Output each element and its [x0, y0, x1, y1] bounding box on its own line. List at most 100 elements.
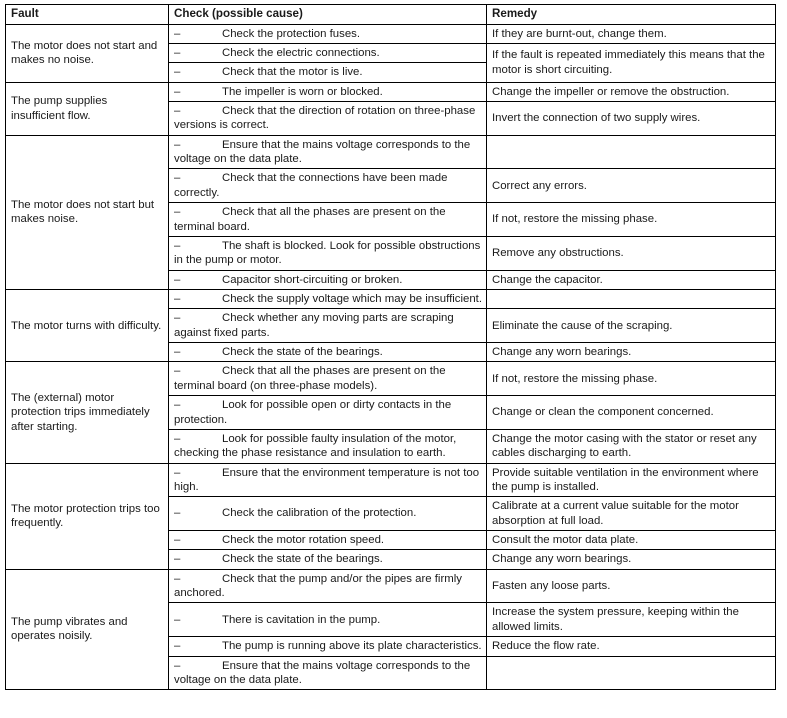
check-text: The impeller is worn or blocked. — [222, 85, 383, 98]
check-text: Check the supply voltage which may be in… — [222, 292, 483, 305]
remedy-cell: Change the impeller or remove the obstru… — [486, 81, 776, 103]
check-cell: – Check that all the phases are present o… — [168, 202, 487, 237]
bullet-dash-icon: – — [174, 466, 181, 479]
table-row: The pump supplies insufficient flow. – The… — [5, 81, 776, 136]
remedy-cell: Change the capacitor. — [486, 269, 776, 290]
check-cell: – Check that the pump and/or the pipes ar… — [168, 568, 487, 604]
check-cell: – Ensure that the mains voltage correspon… — [168, 655, 487, 691]
table-row: The (external) motor protection trips im… — [5, 361, 776, 464]
fault-cell: The motor protection trips too frequentl… — [5, 462, 169, 570]
check-text: Check the calibration of the protection. — [222, 507, 417, 520]
bullet-dash-icon: – — [174, 572, 181, 585]
remedy-cell: Change or clean the component concerned. — [486, 395, 776, 430]
table-body: The motor does not start and makes no no… — [5, 23, 776, 691]
bullet-dash-icon: – — [174, 534, 181, 547]
column-header-remedy: Remedy — [486, 4, 776, 25]
bullet-dash-icon: – — [174, 640, 181, 653]
remedy-cell: Eliminate the cause of the scraping. — [486, 308, 776, 344]
check-cell: – Check that the motor is live. — [168, 62, 487, 83]
bullet-dash-icon: – — [174, 206, 181, 219]
table-row: The motor does not start but makes noise… — [5, 134, 776, 290]
remedy-cell: If not, restore the missing phase. — [486, 361, 776, 397]
bullet-dash-icon: – — [174, 46, 181, 59]
remedy-cell: Fasten any loose parts. — [486, 568, 776, 604]
check-cell: – Check that the direction of rotation on… — [168, 101, 487, 136]
remedy-cell: Invert the connection of two supply wire… — [486, 101, 776, 136]
remedy-cell — [486, 134, 776, 170]
remedy-cell: Increase the system pressure, keeping wi… — [486, 602, 776, 638]
check-text: Check the protection fuses. — [222, 27, 361, 40]
remedy-cell: Remove any obstructions. — [486, 235, 776, 271]
check-cell: – Check the calibration of the protection… — [168, 496, 487, 532]
remedy-cell: Change any worn bearings. — [486, 342, 776, 363]
remedy-cell — [486, 655, 776, 691]
check-text: The pump is running above its plate char… — [222, 640, 482, 653]
bullet-dash-icon: – — [174, 507, 181, 520]
check-cell: – Check the electric connections. — [168, 42, 487, 64]
bullet-dash-icon: – — [174, 273, 181, 286]
table-row: The motor does not start and makes no no… — [5, 23, 776, 83]
bullet-dash-icon: – — [174, 553, 181, 566]
column-header-fault: Fault — [5, 4, 169, 25]
remedy-cell: Provide suitable ventilation in the envi… — [486, 462, 776, 498]
check-text: Check the state of the bearings. — [222, 346, 383, 359]
troubleshooting-table: Fault Check (possible cause) Remedy The … — [5, 4, 776, 691]
table-row: The pump vibrates and operates noisily. –… — [5, 568, 776, 691]
remedy-cell: If they are burnt-out, change them. — [486, 23, 776, 44]
table-row: The motor turns with difficulty. – Check t… — [5, 288, 776, 363]
check-cell: – Ensure that the mains voltage correspon… — [168, 134, 487, 170]
check-cell: – Check the state of the bearings. — [168, 342, 487, 363]
remedy-cell: If not, restore the missing phase. — [486, 202, 776, 237]
remedy-cell: Calibrate at a current value suitable fo… — [486, 496, 776, 532]
bullet-dash-icon: – — [174, 365, 181, 378]
check-cell: – Check the supply voltage which may be i… — [168, 288, 487, 310]
check-cell: – Check the state of the bearings. — [168, 549, 487, 570]
check-text: Check the motor rotation speed. — [222, 534, 385, 547]
bullet-dash-icon: – — [174, 105, 181, 118]
bullet-dash-icon: – — [174, 432, 181, 445]
check-cell: – The pump is running above its plate cha… — [168, 636, 487, 657]
bullet-dash-icon: – — [174, 346, 181, 359]
check-cell: – Capacitor short-circuiting or broken. — [168, 269, 487, 290]
check-text: There is cavitation in the pump. — [222, 613, 381, 626]
bullet-dash-icon: – — [174, 613, 181, 626]
check-cell: – Look for possible faulty insulation of … — [168, 428, 487, 464]
troubleshooting-table-container: Fault Check (possible cause) Remedy The … — [5, 4, 776, 691]
bullet-dash-icon: – — [174, 312, 181, 325]
remedy-cell: Reduce the flow rate. — [486, 636, 776, 657]
bullet-dash-icon: – — [174, 138, 181, 151]
check-cell: – Check that the connections have been ma… — [168, 168, 487, 204]
remedy-cell: Change any worn bearings. — [486, 549, 776, 570]
table-header: Fault Check (possible cause) Remedy — [5, 4, 776, 25]
fault-cell: The pump supplies insufficient flow. — [5, 81, 169, 136]
column-header-check: Check (possible cause) — [168, 4, 487, 25]
bullet-dash-icon: – — [174, 659, 181, 672]
bullet-dash-icon: – — [174, 399, 181, 412]
check-text: Capacitor short-circuiting or broken. — [222, 273, 403, 286]
fault-cell: The motor does not start but makes noise… — [5, 134, 169, 290]
table-row: The motor protection trips too frequentl… — [5, 462, 776, 570]
remedy-cell: Consult the motor data plate. — [486, 530, 776, 551]
fault-cell: The motor turns with difficulty. — [5, 288, 169, 363]
fault-cell: The (external) motor protection trips im… — [5, 361, 169, 464]
check-cell: – The shaft is blocked. Look for possible… — [168, 235, 487, 271]
bullet-dash-icon: – — [174, 292, 181, 305]
bullet-dash-icon: – — [174, 172, 181, 185]
check-cell: – There is cavitation in the pump. — [168, 602, 487, 638]
remedy-cell: If the fault is repeated immediately thi… — [486, 42, 776, 83]
check-cell: – Check the protection fuses. — [168, 23, 487, 44]
check-cell: – Check that all the phases are present o… — [168, 361, 487, 397]
bullet-dash-icon: – — [174, 27, 181, 40]
bullet-dash-icon: – — [174, 239, 181, 252]
remedy-cell: Change the motor casing with the stator … — [486, 428, 776, 464]
check-cell: – Check the motor rotation speed. — [168, 530, 487, 551]
check-cell: – The impeller is worn or blocked. — [168, 81, 487, 103]
header-row: Fault Check (possible cause) Remedy — [5, 4, 776, 25]
check-cell: – Check whether any moving parts are scra… — [168, 308, 487, 344]
fault-cell: The pump vibrates and operates noisily. — [5, 568, 169, 691]
fault-cell: The motor does not start and makes no no… — [5, 23, 169, 83]
check-cell: – Ensure that the environment temperature… — [168, 462, 487, 498]
check-cell: – Look for possible open or dirty contact… — [168, 395, 487, 430]
bullet-dash-icon: – — [174, 85, 181, 98]
remedy-cell: Correct any errors. — [486, 168, 776, 204]
